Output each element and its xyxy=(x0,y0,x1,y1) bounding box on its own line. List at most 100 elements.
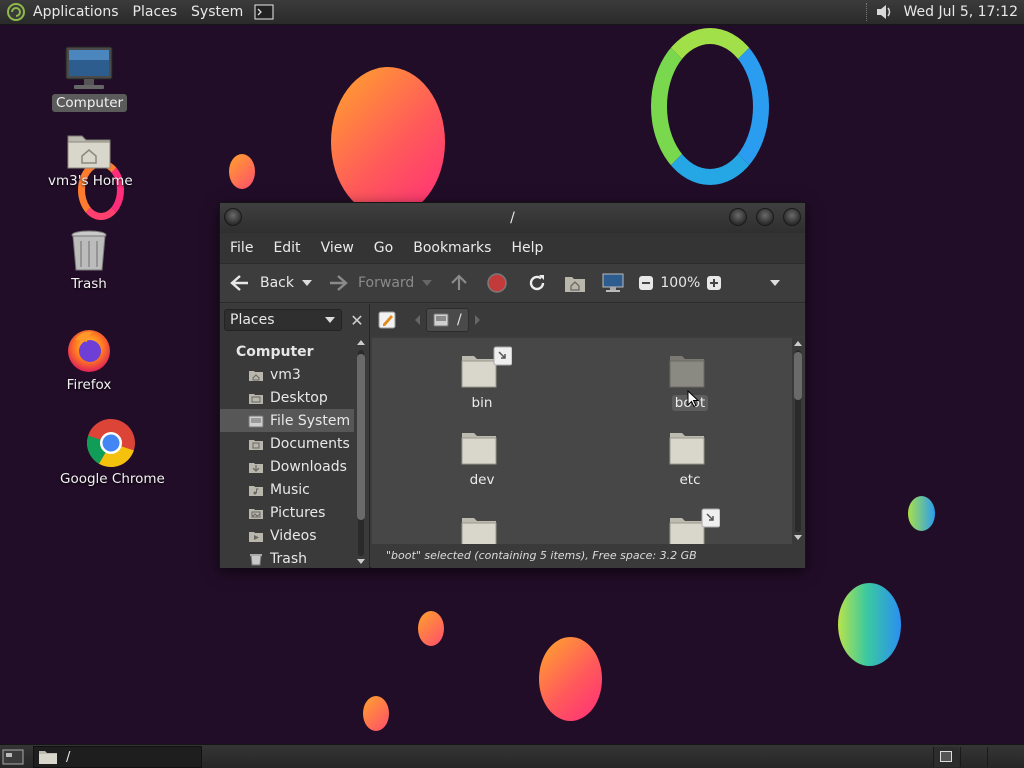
close-icon: ✕ xyxy=(350,310,364,330)
wallpaper-bubble xyxy=(331,67,445,217)
downloads-icon xyxy=(249,462,263,473)
zoom-in-icon xyxy=(707,276,722,290)
bottom-panel: / xyxy=(0,744,1024,768)
window-menu-button[interactable] xyxy=(224,208,242,226)
file-manager-window: / File Edit View Go Bookmarks Help Back … xyxy=(219,202,806,568)
back-history-dropdown[interactable] xyxy=(302,280,312,286)
stop-button[interactable] xyxy=(486,272,508,294)
forward-button[interactable]: Forward xyxy=(326,273,414,293)
desktop-icon-label: Firefox xyxy=(66,377,112,393)
folder-icon xyxy=(39,751,57,764)
scroll-down-arrow-icon[interactable] xyxy=(357,559,365,564)
reload-button[interactable] xyxy=(526,272,548,294)
file-item[interactable] xyxy=(442,508,522,544)
desktop-icon-computer[interactable]: Computer xyxy=(52,46,128,112)
menu-edit[interactable]: Edit xyxy=(263,240,310,256)
forward-arrow-icon xyxy=(330,275,348,291)
chevron-down-icon xyxy=(325,317,335,323)
sidebar-item-vm3[interactable]: vm3 xyxy=(220,363,354,386)
path-left-arrow-icon[interactable] xyxy=(415,315,420,325)
panel-separator xyxy=(865,3,868,21)
menu-bookmarks[interactable]: Bookmarks xyxy=(403,240,501,256)
desktop-icon-chrome[interactable]: Google Chrome xyxy=(56,418,166,488)
path-crumb-root[interactable]: / xyxy=(426,308,469,332)
sidebar-close-button[interactable]: ✕ xyxy=(346,309,368,331)
scroll-up-arrow-icon[interactable] xyxy=(357,340,365,345)
toolbar-overflow-button[interactable] xyxy=(770,280,781,286)
desktop-icon-trash[interactable]: Trash xyxy=(52,229,126,293)
sidebar-type-selector[interactable]: Places xyxy=(224,309,342,331)
sidebar-item-trash[interactable]: Trash xyxy=(220,547,354,570)
close-button[interactable] xyxy=(783,208,801,226)
sidebar-item-music[interactable]: Music xyxy=(220,478,354,501)
scroll-up-arrow-icon[interactable] xyxy=(794,341,802,346)
sidebar-item-label: Documents xyxy=(270,435,350,452)
sidebar-item-desktop[interactable]: Desktop xyxy=(220,386,354,409)
file-view-scrollbar[interactable] xyxy=(792,338,804,544)
sidebar-item-file-system[interactable]: File System xyxy=(220,409,354,432)
file-item-bin[interactable]: bin xyxy=(442,346,522,411)
wallpaper-bubble xyxy=(229,154,255,189)
workspace-1[interactable] xyxy=(933,747,959,767)
scroll-thumb[interactable] xyxy=(357,354,365,520)
edit-location-button[interactable] xyxy=(377,309,399,331)
folder-icon xyxy=(461,518,497,544)
zoom-out-icon xyxy=(639,276,654,290)
zoom-out-button[interactable] xyxy=(638,275,654,291)
applications-menu[interactable]: Applications xyxy=(26,0,126,25)
stop-icon xyxy=(487,273,508,293)
home-button[interactable] xyxy=(564,273,586,293)
volume-icon[interactable] xyxy=(874,2,894,22)
folder-icon xyxy=(669,433,705,465)
computer-icon xyxy=(65,46,113,89)
scroll-thumb[interactable] xyxy=(794,352,802,400)
menu-view[interactable]: View xyxy=(311,240,364,256)
places-menu[interactable]: Places xyxy=(126,0,185,25)
location-bar: / xyxy=(371,304,805,336)
zoom-in-button[interactable] xyxy=(706,275,722,291)
file-item-dev[interactable]: dev xyxy=(442,423,522,488)
back-arrow-icon xyxy=(230,275,248,291)
home-icon xyxy=(565,277,586,292)
desktop-icon-home[interactable]: vm3's Home xyxy=(44,130,134,190)
taskbar-button-file-manager[interactable]: / xyxy=(33,746,202,768)
back-button[interactable]: Back xyxy=(228,273,294,293)
workspace-2[interactable] xyxy=(960,747,986,767)
maximize-button[interactable] xyxy=(756,208,774,226)
desktop-icon-firefox[interactable]: Firefox xyxy=(52,326,126,394)
terminal-icon[interactable] xyxy=(254,4,274,20)
drive-icon xyxy=(248,415,264,427)
menu-go[interactable]: Go xyxy=(364,240,403,256)
sidebar-item-label: Videos xyxy=(270,527,317,544)
sidebar-item-videos[interactable]: Videos xyxy=(220,524,354,547)
system-menu[interactable]: System xyxy=(184,0,250,25)
window-titlebar[interactable]: / xyxy=(220,203,805,233)
minimize-button[interactable] xyxy=(729,208,747,226)
scroll-down-arrow-icon[interactable] xyxy=(794,535,802,540)
sidebar-item-documents[interactable]: Documents xyxy=(220,432,354,455)
zoom-level[interactable]: 100% xyxy=(660,275,700,291)
pictures-icon xyxy=(249,508,263,519)
trash-icon xyxy=(250,553,262,565)
sidebar-item-label: vm3 xyxy=(270,366,301,383)
sidebar-scrollbar[interactable] xyxy=(356,340,366,566)
sidebar-item-pictures[interactable]: Pictures xyxy=(220,501,354,524)
wallpaper-bubble xyxy=(838,583,901,666)
show-desktop-icon[interactable] xyxy=(2,747,24,767)
desktop-icon-label: Google Chrome xyxy=(60,471,165,487)
file-item[interactable] xyxy=(650,500,730,544)
path-right-arrow-icon[interactable] xyxy=(474,315,480,325)
folder-icon xyxy=(669,508,720,544)
clock[interactable]: Wed Jul 5, 17:12 xyxy=(900,4,1024,20)
sidebar-item-downloads[interactable]: Downloads xyxy=(220,455,354,478)
workspace-3[interactable] xyxy=(987,747,1013,767)
file-icon-view[interactable]: bin boot dev xyxy=(372,338,792,544)
menu-help[interactable]: Help xyxy=(501,240,553,256)
menu-file[interactable]: File xyxy=(220,240,263,256)
mate-logo-icon[interactable] xyxy=(6,2,26,22)
up-button[interactable] xyxy=(448,272,470,294)
forward-history-dropdown[interactable] xyxy=(422,280,433,286)
file-item-etc[interactable]: etc xyxy=(650,423,730,488)
computer-button[interactable] xyxy=(602,273,624,293)
wallpaper-bubble xyxy=(418,611,444,646)
